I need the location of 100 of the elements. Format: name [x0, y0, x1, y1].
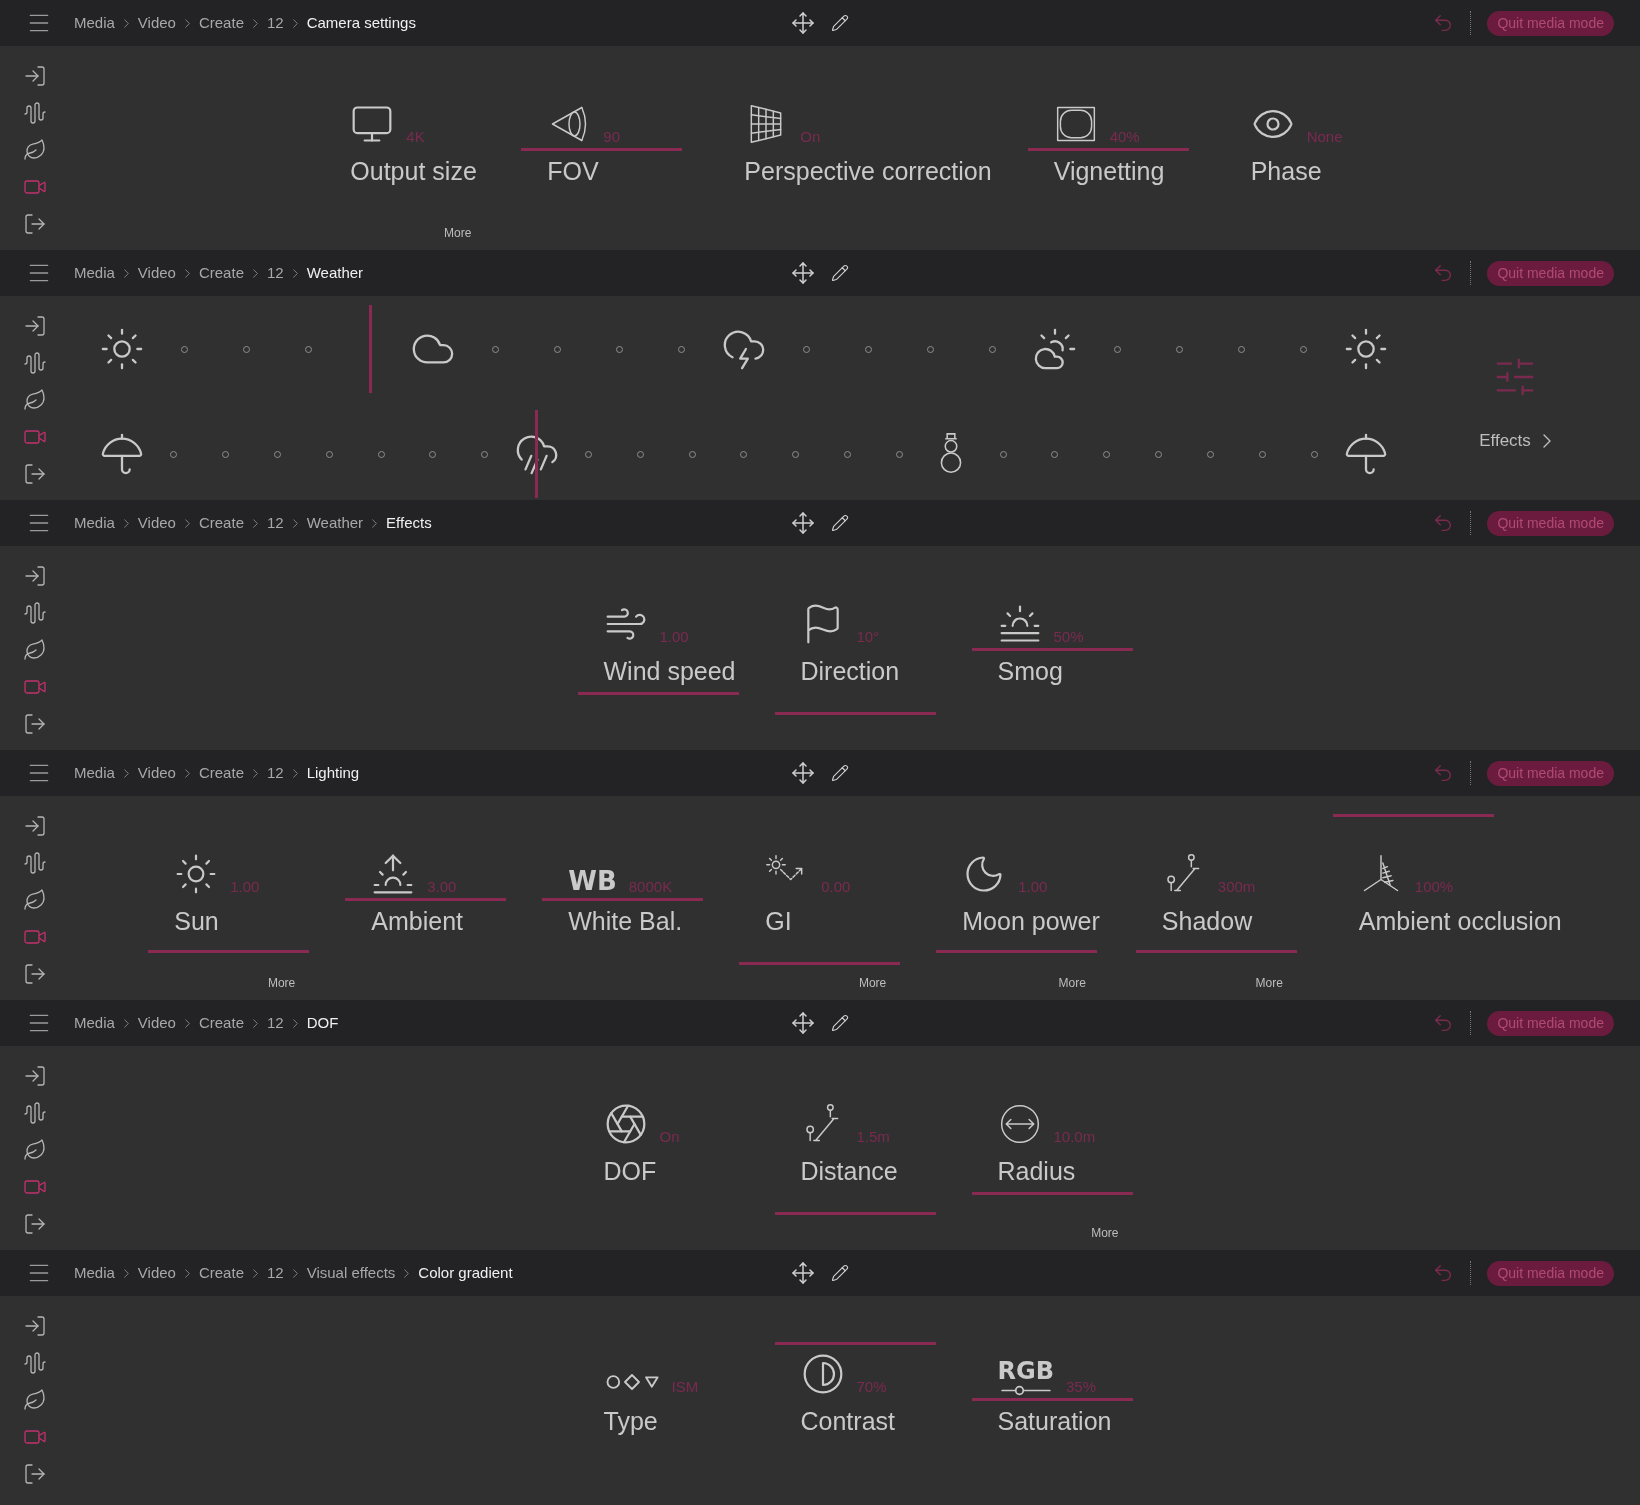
move-icon[interactable] [791, 511, 815, 535]
leaf-icon[interactable] [23, 138, 47, 162]
slider-bar[interactable] [521, 148, 683, 151]
breadcrumb-link[interactable]: Video [137, 511, 176, 535]
more-link[interactable]: More [1255, 974, 1297, 992]
waveform-icon[interactable] [23, 351, 47, 375]
sun-icon[interactable] [99, 326, 145, 372]
waveform-icon[interactable] [23, 101, 47, 125]
waveform-icon[interactable] [23, 601, 47, 625]
more-link[interactable]: More [444, 224, 486, 242]
breadcrumb-link[interactable]: Video [137, 261, 176, 285]
leaf-icon[interactable] [23, 888, 47, 912]
umbrella-icon[interactable] [99, 431, 145, 477]
breadcrumb-link[interactable]: Video [137, 11, 176, 35]
sign-out-icon[interactable] [23, 1212, 47, 1236]
slider-bar[interactable] [345, 898, 507, 901]
chevron-icon [292, 18, 298, 28]
breadcrumb-link[interactable]: Create [198, 1011, 244, 1035]
leaf-icon[interactable] [23, 1388, 47, 1412]
breadcrumb-link[interactable]: Color gradient [418, 1261, 513, 1285]
waveform-icon[interactable] [23, 851, 47, 875]
position-marker[interactable] [534, 410, 538, 498]
move-icon[interactable] [791, 1011, 815, 1035]
slider-bar[interactable] [774, 1342, 936, 1345]
move-icon[interactable] [791, 261, 815, 285]
move-icon[interactable] [791, 761, 815, 785]
breadcrumb-link[interactable]: Create [198, 761, 244, 785]
breadcrumb-link[interactable]: Lighting [306, 761, 360, 785]
breadcrumb-link[interactable]: Media [74, 11, 115, 35]
sign-in-icon[interactable] [23, 1314, 47, 1338]
breadcrumb-link[interactable]: Media [74, 761, 115, 785]
slider-bar[interactable] [936, 950, 1098, 953]
breadcrumb-link[interactable]: Media [74, 1011, 115, 1035]
breadcrumb-link[interactable]: 12 [267, 761, 284, 785]
breadcrumb-link[interactable]: Media [74, 511, 115, 535]
breadcrumb-link[interactable]: Create [198, 11, 244, 35]
pen-icon[interactable] [831, 1264, 849, 1282]
sign-in-icon[interactable] [23, 1064, 47, 1088]
breadcrumb-link[interactable]: 12 [267, 1261, 284, 1285]
control-label: Smog [997, 657, 1063, 685]
pen-icon[interactable] [831, 1014, 849, 1032]
breadcrumb-link[interactable]: Video [137, 1261, 176, 1285]
breadcrumb-link[interactable]: Create [198, 511, 244, 535]
slider-bar[interactable] [1027, 148, 1189, 151]
sign-in-icon[interactable] [23, 314, 47, 338]
breadcrumb-link[interactable]: Camera settings [306, 11, 416, 35]
breadcrumb-link[interactable]: Media [74, 1261, 115, 1285]
slider-bar[interactable] [148, 950, 310, 953]
sign-in-icon[interactable] [23, 814, 47, 838]
breadcrumb-link[interactable]: Video [137, 761, 176, 785]
breadcrumb-link[interactable]: 12 [267, 511, 284, 535]
chevron-icon [184, 1268, 190, 1278]
breadcrumb-link[interactable]: Visual effects [306, 1261, 396, 1285]
slider-bar[interactable] [577, 692, 739, 695]
waveform-icon[interactable] [23, 1351, 47, 1375]
slider-bar[interactable] [971, 1398, 1133, 1401]
more-link[interactable]: More [267, 974, 310, 992]
effects-link[interactable]: Effects [1479, 428, 1551, 454]
slider-bar[interactable] [971, 648, 1133, 651]
breadcrumb-link[interactable]: Create [198, 261, 244, 285]
pen-icon[interactable] [831, 514, 849, 532]
sign-out-icon[interactable] [23, 712, 47, 736]
position-marker[interactable] [369, 305, 373, 393]
move-icon[interactable] [791, 1261, 815, 1285]
slider-bar[interactable] [971, 1192, 1133, 1195]
sign-in-icon[interactable] [23, 564, 47, 588]
slider-bar[interactable] [1332, 814, 1494, 817]
more-link[interactable]: More [858, 974, 901, 992]
breadcrumb-link[interactable]: DOF [306, 1011, 339, 1035]
more-link[interactable]: More [1058, 974, 1100, 992]
breadcrumb-link[interactable]: 12 [267, 261, 284, 285]
sign-in-icon[interactable] [23, 64, 47, 88]
slider-bar[interactable] [1135, 950, 1297, 953]
breadcrumb-link[interactable]: Weather [306, 511, 364, 535]
control-label: Phase [1250, 157, 1322, 185]
sign-out-icon[interactable] [23, 962, 47, 986]
value-text: 10° [856, 628, 880, 646]
pen-icon[interactable] [831, 264, 849, 282]
breadcrumb-link[interactable]: Weather [306, 261, 364, 285]
breadcrumb-link[interactable]: Effects [386, 511, 432, 535]
sign-out-icon[interactable] [23, 212, 47, 236]
leaf-icon[interactable] [23, 388, 47, 412]
leaf-icon[interactable] [23, 638, 47, 662]
pen-icon[interactable] [831, 14, 849, 32]
more-link[interactable]: More [1091, 1224, 1133, 1242]
slider-bar[interactable] [739, 962, 901, 965]
pen-icon[interactable] [831, 764, 849, 782]
breadcrumb-link[interactable]: Create [198, 1261, 244, 1285]
breadcrumb-link[interactable]: Video [137, 1011, 176, 1035]
slider-bar[interactable] [774, 1212, 936, 1215]
move-icon[interactable] [791, 11, 815, 35]
breadcrumb-link[interactable]: 12 [267, 1011, 284, 1035]
leaf-icon[interactable] [23, 1138, 47, 1162]
sign-out-icon[interactable] [23, 462, 47, 486]
slider-bar[interactable] [774, 712, 936, 715]
breadcrumb-link[interactable]: Media [74, 261, 115, 285]
slider-bar[interactable] [542, 898, 704, 901]
waveform-icon[interactable] [23, 1101, 47, 1125]
sign-out-icon[interactable] [23, 1462, 47, 1486]
breadcrumb-link[interactable]: 12 [267, 11, 284, 35]
